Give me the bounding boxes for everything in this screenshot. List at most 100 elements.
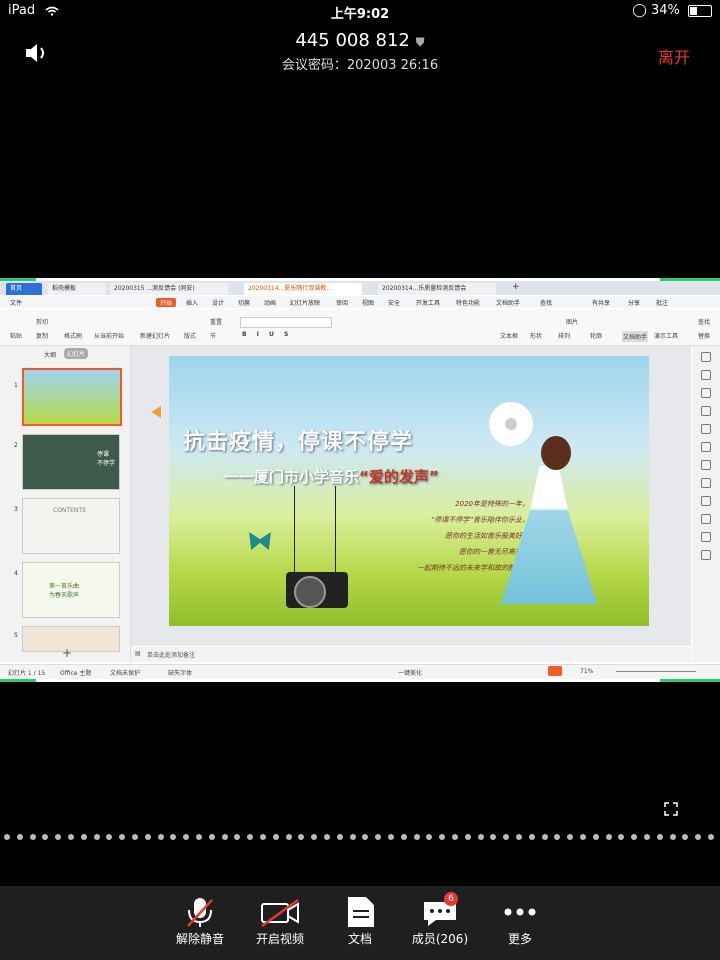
thumbnail-text: CONTENTS [53, 507, 86, 514]
cut-button[interactable]: 剪切 [36, 317, 48, 326]
layout-button[interactable]: 版式 [184, 331, 196, 340]
menu-share[interactable]: 分享 [628, 298, 640, 307]
replace-button[interactable]: 替换 [698, 331, 710, 340]
tool-icon[interactable] [701, 406, 711, 416]
doc-assistant-button[interactable]: 文档助手 [622, 331, 649, 342]
members-badge: 6 [444, 892, 458, 906]
menu-home[interactable]: 开始 [156, 298, 177, 307]
page-dot [464, 834, 471, 840]
tab-doc-2[interactable]: 20200314...夏乐随行双课教... [244, 283, 362, 295]
slides-tab[interactable]: 幻灯片 [64, 348, 89, 359]
page-dot [605, 834, 612, 840]
section-button[interactable]: 节 [210, 331, 216, 340]
poem-line: “停课不停学”音乐陪伴你乐业， [430, 516, 529, 524]
document-button[interactable]: 文档 [320, 894, 400, 947]
share-indicator [0, 679, 36, 682]
menu-transition[interactable]: 切换 [238, 298, 250, 307]
font-name-box[interactable] [240, 317, 332, 328]
menu-developer[interactable]: 开发工具 [416, 298, 440, 307]
poem-line: 愿你的一首无尽高亮， [459, 548, 529, 556]
tool-icon[interactable] [701, 460, 711, 470]
menu-insert[interactable]: 插入 [186, 298, 198, 307]
page-dot [170, 834, 177, 840]
new-slide-button[interactable]: 新建幻灯片 [140, 331, 170, 340]
menu-design[interactable]: 设计 [212, 298, 224, 307]
from-current-button[interactable]: 从当前开始 [94, 331, 124, 340]
prev-slide-arrow-icon[interactable] [151, 406, 161, 418]
picture-button[interactable]: 图片 [566, 317, 578, 326]
tab-templates[interactable]: 稻壳模板 [48, 283, 106, 295]
new-tab-icon[interactable]: + [512, 282, 520, 292]
missing-font[interactable]: 缺失字体 [168, 668, 192, 677]
tool-icon[interactable] [701, 496, 711, 506]
copy-button[interactable]: 复制 [36, 331, 48, 340]
notes-placeholder: 单击此处添加备注 [147, 652, 196, 659]
start-video-button[interactable]: 开启视频 [240, 894, 320, 947]
find-button[interactable]: 查找 [698, 317, 710, 326]
menu-doc-assistant[interactable]: 文档助手 [496, 298, 520, 307]
tool-icon[interactable] [701, 478, 711, 488]
outline-tab[interactable]: 大纲 [44, 350, 56, 359]
page-dot [503, 834, 510, 840]
leave-button[interactable]: 离开 [658, 44, 690, 68]
tool-icon[interactable] [701, 352, 711, 362]
tab-doc-1[interactable]: 20200315 ...测反馈会 (同安) [110, 283, 228, 295]
menu-file[interactable]: 文件 [10, 298, 22, 307]
arrange-button[interactable]: 排列 [558, 331, 570, 340]
members-button[interactable]: 6 成员(206) [400, 892, 480, 947]
menu-animation[interactable]: 动画 [264, 298, 276, 307]
menu-share-status[interactable]: 有共享 [592, 298, 610, 307]
unmute-button[interactable]: 解除静音 [160, 894, 240, 947]
tab-home[interactable]: 首页 [6, 283, 42, 295]
slide-thumbnail-4[interactable]: 第一首乐曲 为春天歌声 [22, 562, 120, 618]
textbox-button[interactable]: 文本框 [500, 331, 518, 340]
page-dot [234, 834, 241, 840]
tool-icon[interactable] [701, 388, 711, 398]
menu-security[interactable]: 安全 [388, 298, 400, 307]
beautify-button[interactable]: 一键美化 [398, 668, 422, 677]
menu-review[interactable]: 审阅 [336, 298, 348, 307]
menu-comment[interactable]: 批注 [656, 298, 668, 307]
shape-button[interactable]: 形状 [530, 331, 542, 340]
right-tool-rail [692, 346, 720, 662]
paste-button[interactable]: 粘贴 [10, 331, 22, 340]
present-tools-button[interactable]: 演示工具 [654, 331, 678, 340]
more-button[interactable]: 更多 [480, 894, 560, 947]
slide-canvas: 抗击疫情，停课不停学 一一厦门市小学音乐“爱的发声” 2020年是特殊的一年， … [131, 346, 691, 646]
format-painter-button[interactable]: 格式刷 [64, 331, 82, 340]
slide-number: 3 [14, 506, 18, 513]
tab-doc-3[interactable]: 20200314...乐质量检测反馈会 [378, 283, 496, 295]
play-button[interactable] [548, 666, 562, 676]
page-dot [16, 834, 23, 840]
tool-icon[interactable] [701, 514, 711, 524]
font-style-buttons[interactable]: B I U S [242, 331, 292, 338]
menu-slideshow[interactable]: 幻灯片放映 [290, 298, 320, 307]
add-slide-icon[interactable]: + [62, 646, 72, 660]
slide-thumbnail-3[interactable]: CONTENTS [22, 498, 120, 554]
battery-percent: 34% [650, 3, 680, 18]
menu-features[interactable]: 特色功能 [456, 298, 480, 307]
zoom-level: 71% [580, 668, 594, 675]
doc-protect-status[interactable]: 文档未保护 [110, 668, 140, 677]
tool-icon[interactable] [701, 532, 711, 542]
tool-icon[interactable] [701, 550, 711, 560]
notes-area[interactable]: ▤ 单击此处添加备注 [131, 647, 691, 662]
tool-icon[interactable] [701, 442, 711, 452]
outline-button[interactable]: 轮廓 [590, 331, 602, 340]
zoom-slider[interactable] [616, 671, 696, 672]
slide-number: 4 [14, 570, 18, 577]
page-dot [631, 834, 638, 840]
current-slide[interactable]: 抗击疫情，停课不停学 一一厦门市小学音乐“爱的发声” 2020年是特殊的一年， … [169, 356, 649, 626]
slide-thumbnail-1[interactable] [22, 368, 122, 426]
reset-button[interactable]: 重置 [210, 317, 222, 326]
tool-icon[interactable] [701, 424, 711, 434]
menu-find[interactable]: 查找 [540, 298, 552, 307]
menu-view[interactable]: 视图 [362, 298, 374, 307]
slide-thumbnail-2[interactable]: 停课 不停学 [22, 434, 120, 490]
page-dot [516, 834, 522, 840]
page-indicator-dots [0, 832, 720, 842]
status-right: ◯ 34% [632, 3, 712, 18]
tool-icon[interactable] [701, 370, 711, 380]
slide-number: 1 [14, 382, 18, 389]
fullscreen-icon[interactable] [664, 802, 678, 816]
